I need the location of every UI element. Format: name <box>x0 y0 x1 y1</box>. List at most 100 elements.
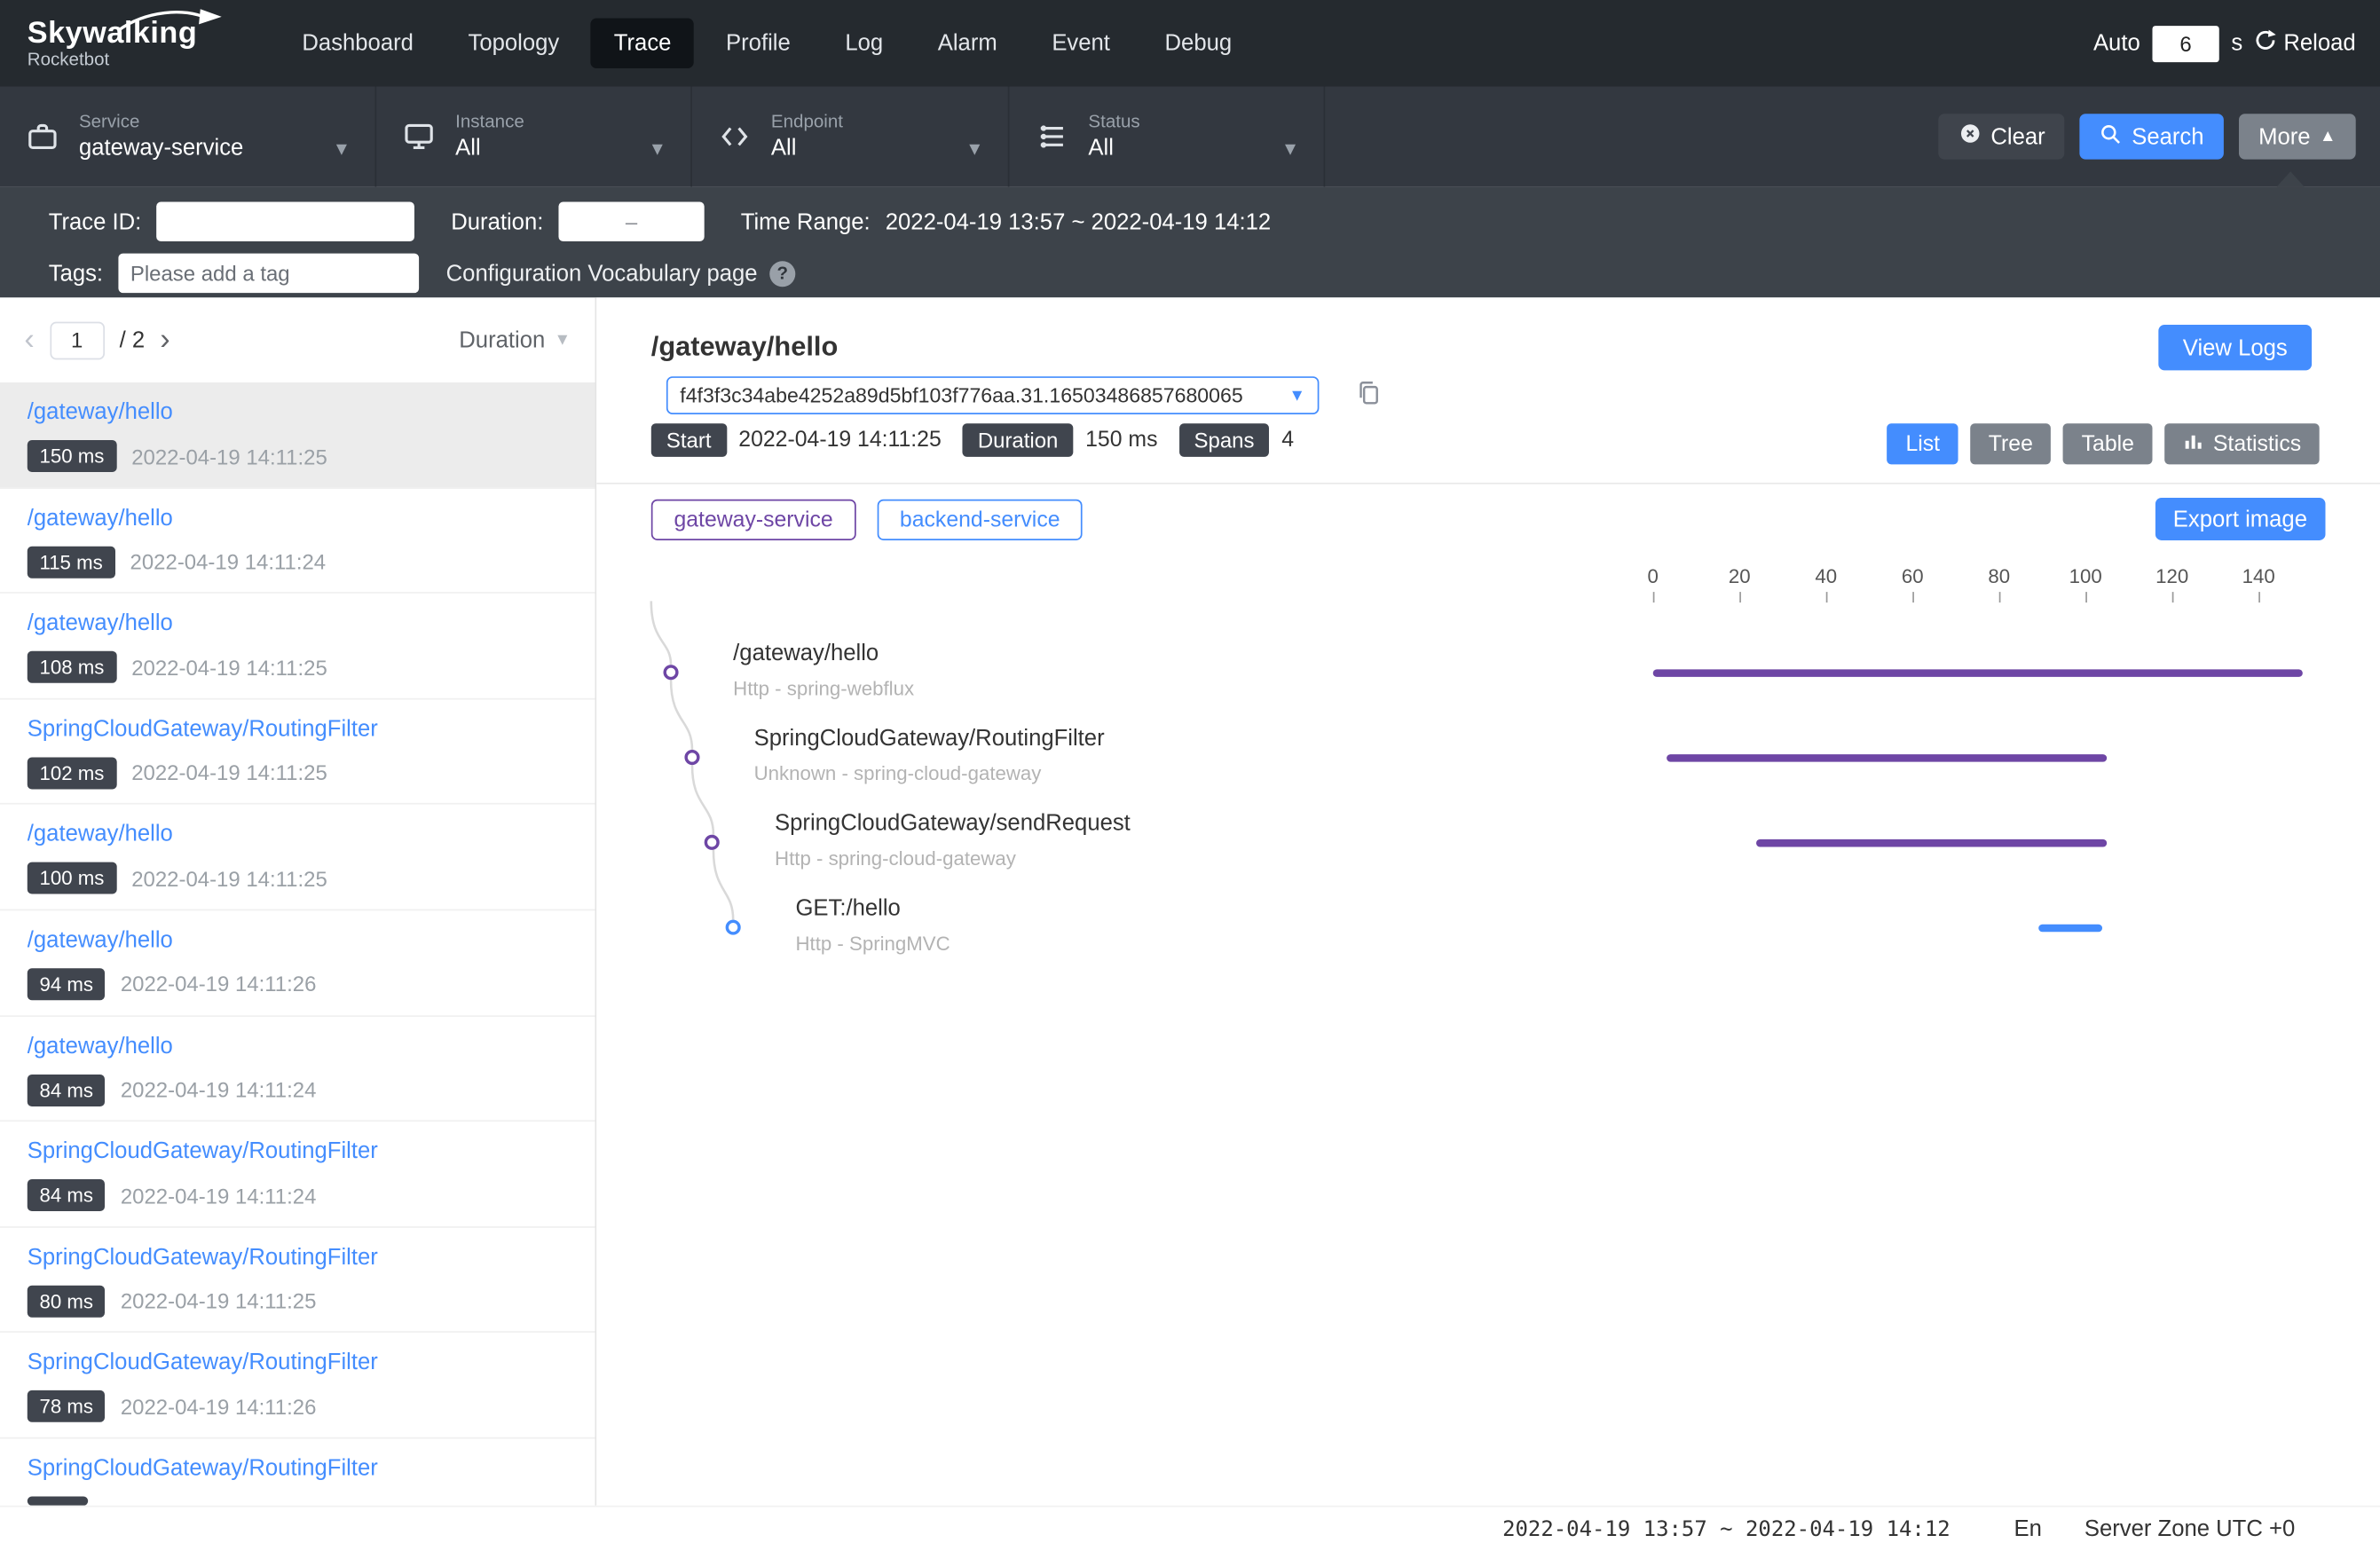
copy-icon[interactable] <box>1355 378 1381 414</box>
trace-title[interactable]: /gateway/hello <box>28 503 580 531</box>
view-mode-list[interactable]: List <box>1887 423 1958 464</box>
legend-chip-gateway-service[interactable]: gateway-service <box>651 500 856 540</box>
trace-title[interactable]: /gateway/hello <box>28 925 580 954</box>
nav-item-debug[interactable]: Debug <box>1142 19 1255 68</box>
span-row: SpringCloudGateway/RoutingFilter Unknown… <box>596 715 2380 800</box>
trace-list-item[interactable]: /gateway/hello 84 ms2022-04-19 14:11:24 <box>0 1016 595 1122</box>
duration-badge: 78 ms <box>28 1390 106 1422</box>
more-button[interactable]: More ▲ <box>2239 114 2356 159</box>
trace-title[interactable]: /gateway/hello <box>28 398 580 426</box>
chevron-down-icon: ▼ <box>1281 138 1299 159</box>
trace-list-item[interactable]: /gateway/hello 115 ms2022-04-19 14:11:24 <box>0 488 595 594</box>
view-logs-button[interactable]: View Logs <box>2158 325 2312 370</box>
nav-item-event[interactable]: Event <box>1029 19 1133 68</box>
axis-tick: 100 <box>2055 564 2116 602</box>
nav-item-trace[interactable]: Trace <box>591 19 694 68</box>
trace-list-item[interactable]: SpringCloudGateway/RoutingFilter 102 ms2… <box>0 699 595 805</box>
trace-timestamp: 2022-04-19 14:11:26 <box>121 1395 317 1419</box>
auto-interval-input[interactable] <box>2152 25 2218 61</box>
span-info[interactable]: GET:/hello Http - SpringMVC <box>795 895 950 955</box>
chevron-down-icon: ▼ <box>649 138 666 159</box>
trace-list-item[interactable]: SpringCloudGateway/RoutingFilter 80 ms20… <box>0 1227 595 1333</box>
trace-title[interactable]: SpringCloudGateway/RoutingFilter <box>28 1137 580 1165</box>
trace-id-input[interactable] <box>156 201 414 240</box>
nav-item-alarm[interactable]: Alarm <box>915 19 1020 68</box>
span-info[interactable]: /gateway/hello Http - spring-webflux <box>733 641 914 700</box>
trace-detail-panel: /gateway/hello View Logs f4f3f3c34abe425… <box>596 297 2380 1506</box>
instance-selector[interactable]: Instance All ▼ <box>376 86 692 186</box>
endpoint-selector[interactable]: Endpoint All ▼ <box>692 86 1009 186</box>
view-mode-statistics[interactable]: Statistics <box>2164 423 2319 464</box>
nav-item-log[interactable]: Log <box>823 19 906 68</box>
trace-title[interactable]: /gateway/hello <box>28 820 580 848</box>
span-duration-bar[interactable] <box>1666 754 2107 762</box>
trace-title[interactable]: /gateway/hello <box>28 609 580 637</box>
trace-id-value: f4f3f3c34abe4252a89d5bf103f776aa.31.1650… <box>680 384 1280 407</box>
axis-tick: 140 <box>2228 564 2289 602</box>
trace-list-item[interactable]: /gateway/hello 94 ms2022-04-19 14:11:26 <box>0 910 595 1016</box>
legend-chip-backend-service[interactable]: backend-service <box>877 500 1083 540</box>
app-logo[interactable]: Skywalking Rocketbot <box>28 17 258 70</box>
trace-list-item[interactable]: /gateway/hello 150 ms2022-04-19 14:11:25 <box>0 382 595 488</box>
trace-timestamp: 2022-04-19 14:11:25 <box>121 1289 317 1313</box>
span-node-icon[interactable] <box>684 750 699 765</box>
search-button[interactable]: Search <box>2080 114 2224 159</box>
span-duration-bar[interactable] <box>1757 839 2108 847</box>
trace-timestamp: 2022-04-19 14:11:24 <box>121 1078 317 1102</box>
main-content: ‹ / 2 › Duration ▼ /gateway/hello 150 ms… <box>0 297 2380 1506</box>
language-toggle[interactable]: En <box>2014 1516 2042 1542</box>
trace-title[interactable]: SpringCloudGateway/RoutingFilter <box>28 714 580 743</box>
trace-title[interactable]: SpringCloudGateway/RoutingFilter <box>28 1242 580 1271</box>
next-page-button[interactable]: › <box>160 325 169 355</box>
vocabulary-link[interactable]: Configuration Vocabulary page <box>446 260 758 286</box>
span-duration-bar[interactable] <box>1653 669 2302 677</box>
reload-button[interactable]: Reload <box>2255 28 2356 57</box>
trace-list-item[interactable]: SpringCloudGateway/RoutingFilter 84 ms20… <box>0 1122 595 1227</box>
span-info[interactable]: SpringCloudGateway/sendRequest Http - sp… <box>775 810 1131 870</box>
trace-list-item[interactable]: /gateway/hello 108 ms2022-04-19 14:11:25 <box>0 594 595 699</box>
service-value: gateway-service <box>79 133 243 163</box>
trace-id-select[interactable]: f4f3f3c34abe4252a89d5bf103f776aa.31.1650… <box>666 376 1320 414</box>
nav-item-profile[interactable]: Profile <box>703 19 813 68</box>
span-info[interactable]: SpringCloudGateway/RoutingFilter Unknown… <box>754 726 1105 785</box>
more-label: More <box>2258 123 2310 149</box>
tags-input[interactable] <box>118 254 419 293</box>
duration-input[interactable] <box>558 201 704 240</box>
span-name: SpringCloudGateway/sendRequest <box>775 810 1131 836</box>
service-selector[interactable]: Service gateway-service ▼ <box>0 86 376 186</box>
duration-badge: 150 ms <box>28 440 116 472</box>
view-mode-table[interactable]: Table <box>2063 423 2152 464</box>
duration-badge: 108 ms <box>28 651 116 683</box>
reload-label: Reload <box>2283 30 2355 56</box>
span-name: GET:/hello <box>795 895 950 921</box>
status-label: Status <box>1088 110 1299 133</box>
trace-list-item[interactable]: /gateway/hello 100 ms2022-04-19 14:11:25 <box>0 805 595 910</box>
span-node-icon[interactable] <box>705 835 720 850</box>
status-selector[interactable]: Status All ▼ <box>1009 86 1325 186</box>
trace-list-item[interactable]: SpringCloudGateway/RoutingFilter <box>0 1438 595 1505</box>
span-duration-bar[interactable] <box>2038 925 2103 933</box>
trace-title[interactable]: SpringCloudGateway/RoutingFilter <box>28 1454 580 1483</box>
help-icon[interactable]: ? <box>769 260 795 286</box>
divider <box>596 483 2380 484</box>
nav-item-dashboard[interactable]: Dashboard <box>280 19 437 68</box>
view-mode-tree[interactable]: Tree <box>1970 423 2051 464</box>
sort-dropdown[interactable]: Duration ▼ <box>459 327 571 353</box>
trace-title[interactable]: /gateway/hello <box>28 1031 580 1059</box>
export-image-label: Export image <box>2173 506 2307 531</box>
trace-title[interactable]: SpringCloudGateway/RoutingFilter <box>28 1349 580 1377</box>
axis-tick: 60 <box>1882 564 1943 602</box>
time-range-value[interactable]: 2022-04-19 13:57 ~ 2022-04-19 14:12 <box>886 209 1271 234</box>
status-icon <box>1034 120 1070 154</box>
nav-item-topology[interactable]: Topology <box>445 19 582 68</box>
statistics-label: Statistics <box>2213 432 2301 456</box>
page-input[interactable] <box>50 321 105 359</box>
prev-page-button[interactable]: ‹ <box>24 325 34 355</box>
clear-button[interactable]: Clear <box>1938 114 2065 159</box>
trace-list-item[interactable]: SpringCloudGateway/RoutingFilter 78 ms 20… <box>0 1333 595 1438</box>
logo-subtitle: Rocketbot <box>28 50 258 69</box>
span-node-icon[interactable] <box>726 920 741 935</box>
span-subtitle: Http - spring-cloud-gateway <box>775 846 1131 870</box>
span-node-icon[interactable] <box>663 665 678 680</box>
export-image-button[interactable]: Export image <box>2155 498 2325 540</box>
